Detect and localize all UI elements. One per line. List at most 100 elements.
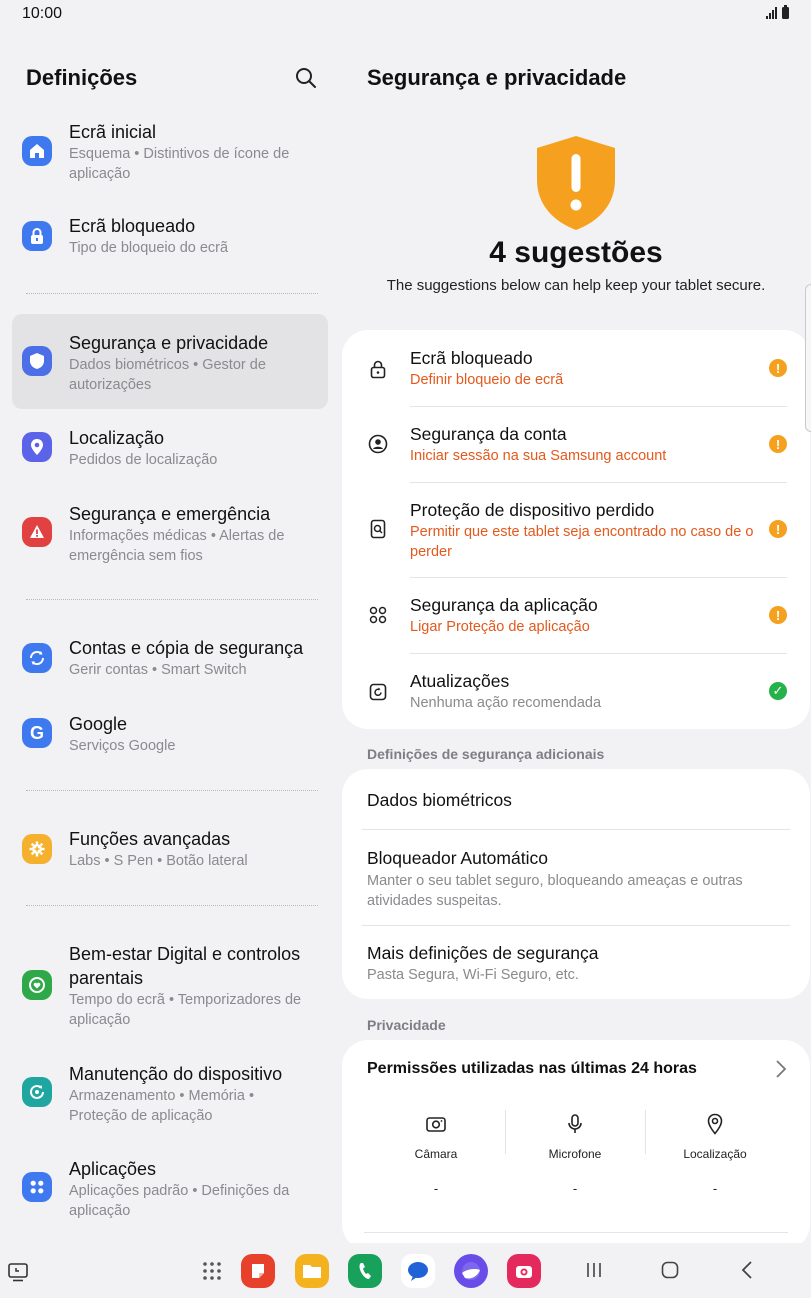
camera-icon [426, 1117, 446, 1132]
biometrics-row[interactable]: Dados biométricos [342, 769, 810, 829]
messages-app-icon[interactable] [401, 1254, 435, 1288]
permission-location[interactable]: Localização - [645, 1112, 785, 1196]
permission-camera[interactable]: Câmara - [366, 1112, 506, 1196]
setting-title: Dados biométricos [367, 790, 512, 810]
permission-label: Câmara [414, 1147, 458, 1161]
menu-item-location[interactable]: Localização Pedidos de localização [12, 420, 328, 480]
screen: 10:00 Definições Ecrã inicial Esquema • … [0, 0, 811, 1298]
chevron-right-icon [776, 1060, 787, 1078]
setting-title: Bloqueador Automático [367, 848, 548, 868]
setting-subtitle: Manter o seu tablet seguro, bloqueando a… [367, 873, 743, 909]
menu-item-subtitle: Gerir contas • Smart Switch [69, 662, 247, 678]
permission-value: - [433, 1181, 439, 1196]
menu-item-safety-emergency[interactable]: Segurança e emergência Informações médic… [12, 496, 328, 576]
menu-item-title: Aplicações [69, 1159, 157, 1179]
suggestion-subtitle: Ligar Proteção de aplicação [410, 619, 590, 635]
screen-recorder-icon[interactable] [7, 1261, 29, 1283]
suggestion-lock-screen[interactable]: Ecrã bloqueado Definir bloqueio de ecrã … [342, 330, 810, 406]
status-icons [766, 5, 789, 19]
suggestion-updates[interactable]: Atualizações Nenhuma ação recomendada ✓ [342, 653, 810, 729]
camera-app-icon[interactable] [507, 1254, 541, 1288]
menu-item-apps[interactable]: Aplicações Aplicações padrão • Definiçõe… [12, 1151, 328, 1231]
menu-item-home-screen[interactable]: Ecrã inicial Esquema • Distintivos de íc… [12, 114, 328, 194]
suggestions-description: The suggestions below can help keep your… [386, 277, 766, 294]
signal-icon [766, 7, 777, 19]
permissions-card[interactable]: Permissões utilizadas nas últimas 24 hor… [342, 1040, 810, 1250]
internet-browser-icon[interactable] [454, 1254, 488, 1288]
menu-item-subtitle: Pedidos de localização [69, 452, 218, 468]
update-icon [369, 683, 387, 701]
warning-icon: ! [769, 520, 787, 538]
suggestion-title: Segurança da aplicação [410, 595, 598, 615]
status-bar: 10:00 [0, 0, 811, 28]
sync-icon [22, 643, 52, 673]
location-pin-icon [707, 1113, 723, 1135]
lock-icon [22, 221, 52, 251]
device-care-icon [22, 1077, 52, 1107]
suggestion-account-security[interactable]: Segurança da conta Iniciar sessão na sua… [342, 406, 810, 482]
wellbeing-heart-icon [22, 970, 52, 1000]
privacy-label: Privacidade [367, 1017, 446, 1033]
menu-item-title: Manutenção do dispositivo [69, 1064, 283, 1084]
suggestion-title: Ecrã bloqueado [410, 348, 533, 368]
additional-settings-card: Dados biométricos Bloqueador Automático … [342, 769, 810, 999]
permissions-title: Permissões utilizadas nas últimas 24 hor… [367, 1060, 697, 1077]
back-button[interactable] [734, 1257, 760, 1283]
setting-subtitle: Pasta Segura, Wi-Fi Seguro, etc. [367, 967, 579, 983]
find-device-icon [370, 519, 386, 539]
my-files-app-icon[interactable] [295, 1254, 329, 1288]
menu-item-title: Google [69, 714, 128, 734]
check-icon: ✓ [769, 682, 787, 700]
app-drawer-icon[interactable] [201, 1260, 223, 1282]
recent-apps-button[interactable] [581, 1257, 607, 1283]
home-button[interactable] [657, 1257, 683, 1283]
divider [26, 790, 318, 791]
navigation-bar [0, 1243, 811, 1298]
search-icon[interactable] [294, 66, 318, 90]
notes-app-icon[interactable] [241, 1254, 275, 1288]
suggestion-title: Proteção de dispositivo perdido [410, 500, 655, 520]
menu-item-subtitle: Serviços Google [69, 738, 176, 754]
suggestion-subtitle: Iniciar sessão na sua Samsung account [410, 448, 667, 464]
menu-item-subtitle: Dados biométricos • Gestor de autorizaçõ… [69, 357, 266, 393]
suggestion-app-security[interactable]: Segurança da aplicação Ligar Proteção de… [342, 577, 810, 653]
warning-icon: ! [769, 359, 787, 377]
menu-item-device-care[interactable]: Manutenção do dispositivo Armazenamento … [12, 1056, 328, 1136]
warning-icon: ! [769, 435, 787, 453]
menu-item-subtitle: Armazenamento • Memória • Proteção de ap… [69, 1088, 255, 1124]
row-divider [364, 1232, 788, 1233]
suggestions-count: 4 sugestões [489, 236, 663, 269]
menu-item-lock-screen[interactable]: Ecrã bloqueado Tipo de bloqueio do ecrã [12, 208, 328, 268]
menu-item-google[interactable]: G Google Serviços Google [12, 706, 328, 766]
permission-label: Localização [683, 1147, 747, 1161]
settings-list-pane: Definições Ecrã inicial Esquema • Distin… [0, 28, 340, 1243]
menu-item-accounts-backup[interactable]: Contas e cópia de segurança Gerir contas… [12, 630, 328, 690]
menu-item-subtitle: Tempo do ecrã • Temporizadores de aplica… [69, 992, 302, 1028]
menu-item-subtitle: Tipo de bloqueio do ecrã [69, 240, 229, 256]
suggestion-subtitle: Definir bloqueio de ecrã [410, 372, 564, 388]
phone-app-icon[interactable] [348, 1254, 382, 1288]
suggestions-card: Ecrã bloqueado Definir bloqueio de ecrã … [342, 330, 810, 729]
auto-blocker-row[interactable]: Bloqueador Automático Manter o seu table… [342, 829, 810, 925]
account-circle-icon [368, 434, 388, 454]
divider [26, 599, 318, 600]
apps-grid-outline-icon [369, 606, 387, 624]
microphone-icon [568, 1114, 582, 1133]
menu-item-advanced-features[interactable]: Funções avançadas Labs • S Pen • Botão l… [12, 821, 328, 881]
scroll-handle[interactable] [805, 284, 811, 432]
apps-grid-icon [22, 1172, 52, 1202]
home-icon [22, 136, 52, 166]
suggestion-subtitle: Permitir que este tablet seja encontrado… [410, 524, 754, 560]
suggestion-subtitle: Nenhuma ação recomendada [410, 695, 602, 711]
menu-item-digital-wellbeing[interactable]: Bem-estar Digital e controlos parentais … [12, 936, 328, 1036]
suggestion-lost-device-protection[interactable]: Proteção de dispositivo perdido Permitir… [342, 482, 810, 577]
more-security-settings-row[interactable]: Mais definições de segurança Pasta Segur… [342, 925, 810, 999]
permission-microphone[interactable]: Microfone - [505, 1112, 645, 1196]
menu-item-security-privacy[interactable]: Segurança e privacidade Dados biométrico… [12, 314, 328, 409]
suggestion-title: Atualizações [410, 671, 510, 691]
battery-icon [782, 5, 789, 19]
menu-item-title: Segurança e emergência [69, 504, 271, 524]
shield-icon [22, 346, 52, 376]
menu-item-title: Bem-estar Digital e controlos parentais [69, 944, 301, 988]
settings-title: Definições [26, 65, 138, 90]
